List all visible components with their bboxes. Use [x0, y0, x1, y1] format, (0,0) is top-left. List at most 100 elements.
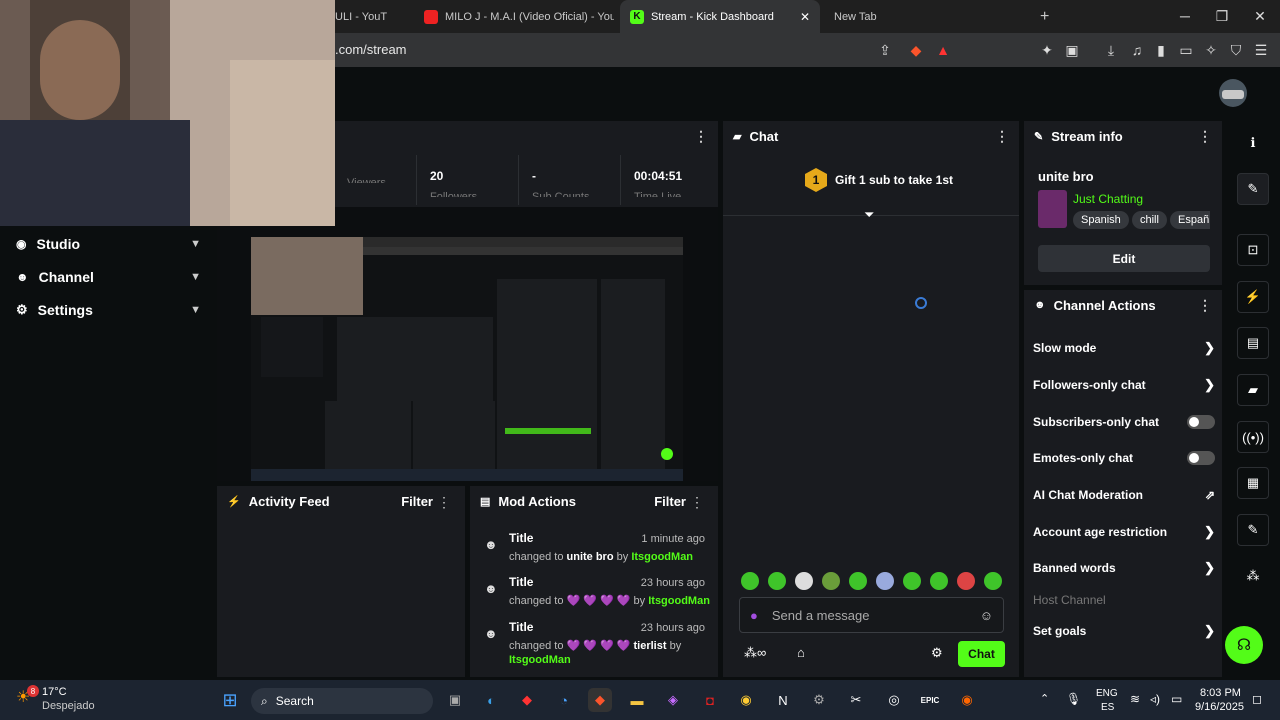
battery-icon[interactable]: ▭: [1171, 692, 1182, 706]
brave-shield-icon[interactable]: ◆: [906, 40, 926, 60]
banned-words-row[interactable]: Banned words ❯: [1033, 557, 1215, 579]
username[interactable]: ItsgoodMan: [509, 654, 571, 666]
chat-settings-icon[interactable]: ⚙: [931, 645, 943, 661]
chrome-icon[interactable]: ◉: [734, 688, 758, 712]
notion-icon[interactable]: N: [771, 688, 795, 712]
layout-icon[interactable]: ▦: [1237, 467, 1269, 499]
clock-date[interactable]: 9/16/2025: [1195, 701, 1244, 713]
edge-icon[interactable]: ◐: [479, 688, 503, 712]
wifi-icon[interactable]: ≋: [1130, 692, 1140, 706]
wrench-icon[interactable]: ✎: [1237, 514, 1269, 546]
pencil-icon[interactable]: ✎: [1237, 173, 1269, 205]
subscribers-only-toggle[interactable]: [1187, 415, 1215, 429]
category-link[interactable]: Just Chatting: [1073, 192, 1143, 206]
users-icon[interactable]: ⁂: [1237, 560, 1269, 592]
language-bottom[interactable]: ES: [1101, 702, 1114, 713]
more-icon[interactable]: ⋮: [437, 494, 451, 511]
vpn-icon[interactable]: ⛉: [1226, 40, 1246, 60]
app-icon[interactable]: ◆: [515, 688, 539, 712]
tag[interactable]: chill: [1132, 211, 1167, 229]
sidebar-icon[interactable]: ▮: [1151, 40, 1171, 60]
followers-only-row[interactable]: Followers-only chat ❯: [1033, 374, 1215, 396]
emote-icon[interactable]: [957, 572, 975, 590]
emote-icon[interactable]: [930, 572, 948, 590]
brave-rewards-icon[interactable]: ▲: [933, 40, 953, 60]
clock-time[interactable]: 8:03 PM: [1200, 687, 1241, 699]
emote-icon[interactable]: [822, 572, 840, 590]
username[interactable]: ItsgoodMan: [648, 595, 710, 607]
url-field[interactable]: .com/stream: [335, 42, 407, 57]
gift-leaderboard[interactable]: 1 Gift 1 sub to take 1st: [805, 168, 953, 192]
nav-studio[interactable]: ◉ Studio ▼: [16, 231, 201, 257]
wallet-icon[interactable]: ▭: [1176, 40, 1196, 60]
more-icon[interactable]: ⋮: [690, 494, 704, 511]
emote-icon[interactable]: [876, 572, 894, 590]
camera-icon[interactable]: ⊡: [1237, 234, 1269, 266]
task-view-icon[interactable]: ▣: [443, 688, 467, 712]
emotes-only-toggle[interactable]: [1187, 451, 1215, 465]
emote-icon[interactable]: [741, 572, 759, 590]
more-icon[interactable]: ⋮: [1198, 128, 1212, 145]
extensions-icon[interactable]: ✦: [1037, 40, 1057, 60]
epic-games-icon[interactable]: EPIC: [918, 688, 942, 712]
more-icon[interactable]: ⋮: [995, 128, 1009, 145]
settings-icon[interactable]: ⚙: [807, 688, 831, 712]
emote-icon[interactable]: [768, 572, 786, 590]
language-top[interactable]: ENG: [1096, 688, 1118, 699]
window-close-icon[interactable]: ✕: [1248, 6, 1272, 26]
notification-icon[interactable]: ◻: [1252, 692, 1262, 706]
info-icon[interactable]: ℹ: [1237, 127, 1269, 159]
windows-start-icon[interactable]: ⊞: [218, 688, 242, 712]
browser-tab-youtube-2[interactable]: MILO J - M.A.I (Video Oficial) - YouTu: [414, 0, 614, 33]
chat-message-input[interactable]: ● Send a message ☺: [739, 597, 1004, 633]
slow-mode-row[interactable]: Slow mode ❯: [1033, 337, 1215, 359]
close-icon[interactable]: ✕: [800, 10, 810, 24]
nav-channel[interactable]: ☻ Channel ▼: [16, 264, 201, 290]
taskbar-search[interactable]: ⌕ Search: [251, 688, 433, 714]
share-icon[interactable]: ⇪: [875, 40, 895, 60]
chevron-up-icon[interactable]: ⌃: [1040, 692, 1049, 705]
app-icon[interactable]: ◉: [955, 688, 979, 712]
mod-filter-button[interactable]: Filter: [654, 494, 686, 509]
restore-icon[interactable]: ❐: [1210, 6, 1234, 26]
account-age-row[interactable]: Account age restriction ❯: [1033, 521, 1215, 543]
stream-preview[interactable]: [251, 237, 683, 481]
activity-filter-button[interactable]: Filter: [401, 494, 433, 509]
support-headset-icon[interactable]: ☊: [1225, 626, 1263, 664]
ai-chat-moderation-row[interactable]: AI Chat Moderation ⇗: [1033, 484, 1215, 506]
store-icon[interactable]: ⌂: [797, 645, 805, 660]
browser-tab-kick[interactable]: K Stream - Kick Dashboard ✕: [620, 0, 820, 33]
new-tab-button[interactable]: +: [1030, 0, 1054, 33]
avatar[interactable]: [1219, 79, 1247, 107]
more-icon[interactable]: ⋮: [1198, 297, 1212, 314]
username[interactable]: ItsgoodMan: [631, 551, 693, 563]
copilot-icon[interactable]: ◈: [661, 688, 685, 712]
more-icon[interactable]: ⋮: [694, 128, 708, 145]
obs-icon[interactable]: ◎: [882, 688, 906, 712]
file-explorer-icon[interactable]: ▬: [625, 688, 649, 712]
app-icon[interactable]: ◔: [552, 688, 576, 712]
set-goals-row[interactable]: Set goals ❯: [1033, 620, 1215, 642]
tag[interactable]: Españ: [1170, 211, 1210, 229]
download-icon[interactable]: ⤓: [1101, 40, 1121, 60]
browser-tab-new[interactable]: New Tab: [824, 0, 1024, 33]
broadcast-icon[interactable]: ((•)): [1237, 421, 1269, 453]
media-icon[interactable]: ♫: [1127, 40, 1147, 60]
edit-stream-info-button[interactable]: Edit: [1038, 245, 1210, 272]
emoji-icon[interactable]: ☺: [980, 608, 993, 623]
tag[interactable]: Spanish: [1073, 211, 1129, 229]
send-chat-button[interactable]: Chat: [958, 641, 1005, 667]
emote-icon[interactable]: [849, 572, 867, 590]
nav-settings[interactable]: ⚙ Settings ▼: [16, 297, 201, 323]
emote-icon[interactable]: [795, 572, 813, 590]
microphone-icon[interactable]: ●: [750, 608, 758, 623]
brave-icon[interactable]: ◆: [588, 688, 612, 712]
mcafee-icon[interactable]: ◘: [698, 688, 722, 712]
notes-icon[interactable]: ▤: [1237, 327, 1269, 359]
points-icon[interactable]: ⁂∞: [744, 645, 766, 661]
screenshot-icon[interactable]: ▣: [1062, 40, 1082, 60]
menu-icon[interactable]: ☰: [1251, 40, 1271, 60]
lightning-icon[interactable]: ⚡: [1237, 281, 1269, 313]
capcut-icon[interactable]: ✂: [844, 688, 868, 712]
volume-icon[interactable]: ◃): [1150, 692, 1160, 706]
